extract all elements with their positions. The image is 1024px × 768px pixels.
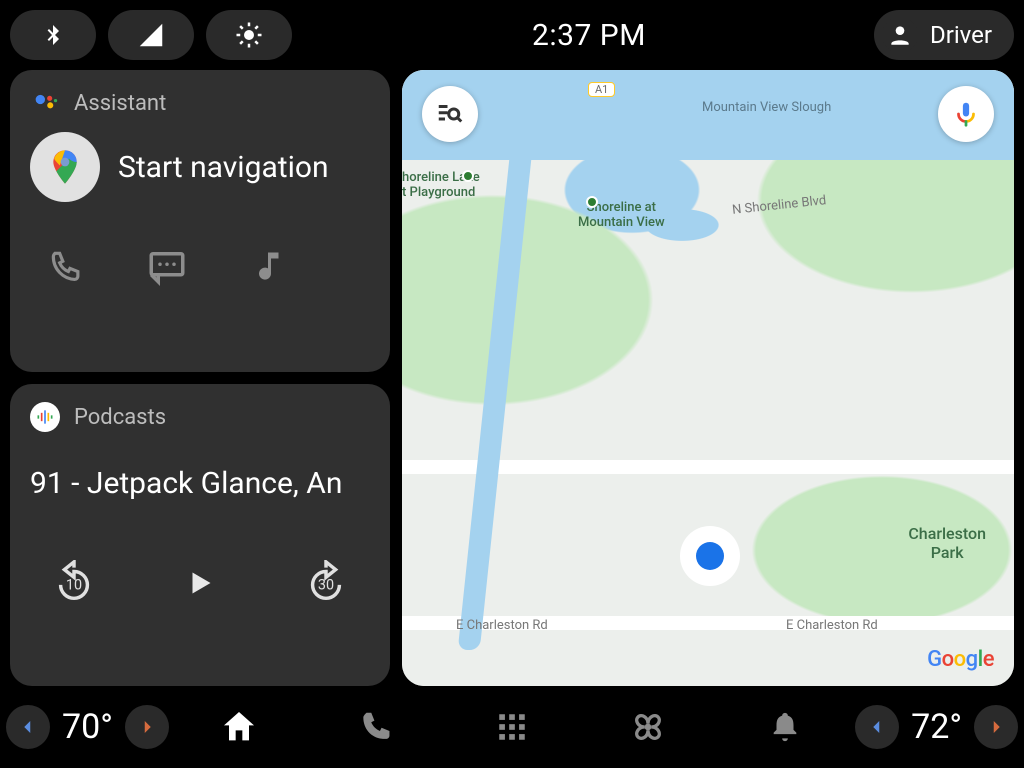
bell-icon <box>768 710 802 744</box>
assistant-card-title: Start navigation <box>118 150 329 185</box>
phone-icon <box>357 708 395 746</box>
driver-temp-up[interactable] <box>125 705 169 749</box>
map-view[interactable]: Shoreline at Mountain View horeline Lake… <box>402 70 1014 686</box>
grid-icon <box>495 710 529 744</box>
phone-icon <box>47 247 85 285</box>
map-label-slough: Mountain View Slough <box>702 100 831 115</box>
bluetooth-button[interactable] <box>10 10 96 60</box>
passenger-temp-group: 72° <box>855 705 1018 749</box>
hvac-button[interactable] <box>582 707 714 747</box>
chevron-right-icon <box>987 718 1005 736</box>
music-shortcut[interactable] <box>240 238 295 293</box>
driver-temp-group: 70° <box>6 705 169 749</box>
dialer-button[interactable] <box>309 708 441 746</box>
bottom-bar: 70° 72° <box>0 686 1024 768</box>
person-icon <box>882 17 918 53</box>
forward-icon: 30 <box>303 560 349 606</box>
assistant-card[interactable]: Assistant Start navigation <box>10 70 390 372</box>
passenger-temp-down[interactable] <box>855 705 899 749</box>
notifications-button[interactable] <box>719 710 851 744</box>
bluetooth-icon <box>41 20 65 50</box>
clock: 2:37 PM <box>304 18 874 53</box>
podcast-episode-title: 91 - Jetpack Glance, An <box>30 466 370 501</box>
microphone-icon <box>951 99 981 129</box>
profile-button[interactable]: Driver <box>874 10 1014 60</box>
chevron-left-icon <box>868 718 886 736</box>
chevron-right-icon <box>138 718 156 736</box>
podcasts-icon <box>30 402 60 432</box>
phone-shortcut[interactable] <box>38 238 93 293</box>
maps-pin-icon <box>30 132 100 202</box>
assistant-dots-icon <box>30 88 60 118</box>
podcasts-header-label: Podcasts <box>74 405 166 430</box>
fan-icon <box>628 707 668 747</box>
assistant-header-label: Assistant <box>74 91 166 116</box>
driver-temp-value: 70° <box>58 707 117 747</box>
status-bar: 2:37 PM Driver <box>0 0 1024 70</box>
map-voice-button[interactable] <box>938 86 994 142</box>
apps-button[interactable] <box>446 710 578 744</box>
message-icon <box>146 245 188 287</box>
map-current-location <box>680 526 740 586</box>
home-icon <box>219 707 259 747</box>
passenger-temp-up[interactable] <box>974 705 1018 749</box>
map-route-badge: A1 <box>588 82 615 97</box>
list-search-icon <box>435 99 465 129</box>
chevron-left-icon <box>19 718 37 736</box>
svg-text:30: 30 <box>318 577 334 594</box>
profile-label: Driver <box>930 21 992 49</box>
play-button[interactable] <box>174 557 226 609</box>
podcasts-card[interactable]: Podcasts 91 - Jetpack Glance, An 10 30 <box>10 384 390 686</box>
play-icon <box>182 565 218 601</box>
map-poi-charleston: Charleston Park <box>908 524 986 562</box>
map-road-echarleston-right: E Charleston Rd <box>786 618 878 633</box>
rewind-button[interactable]: 10 <box>48 557 100 609</box>
signal-icon <box>136 20 166 50</box>
map-poi-dot <box>462 170 474 182</box>
sun-icon <box>234 20 264 50</box>
map-search-button[interactable] <box>422 86 478 142</box>
podcasts-card-header: Podcasts <box>30 402 370 432</box>
assistant-card-header: Assistant <box>30 88 370 118</box>
google-logo: Google <box>927 647 994 672</box>
svg-text:10: 10 <box>66 577 82 594</box>
driver-temp-down[interactable] <box>6 705 50 749</box>
forward-button[interactable]: 30 <box>300 557 352 609</box>
signal-button[interactable] <box>108 10 194 60</box>
map-road-echarleston-left: E Charleston Rd <box>456 618 548 633</box>
home-button[interactable] <box>173 707 305 747</box>
map-poi-dot <box>586 196 598 208</box>
messages-shortcut[interactable] <box>139 238 194 293</box>
passenger-temp-value: 72° <box>907 707 966 747</box>
rewind-icon: 10 <box>51 560 97 606</box>
brightness-button[interactable] <box>206 10 292 60</box>
music-note-icon <box>250 248 286 284</box>
